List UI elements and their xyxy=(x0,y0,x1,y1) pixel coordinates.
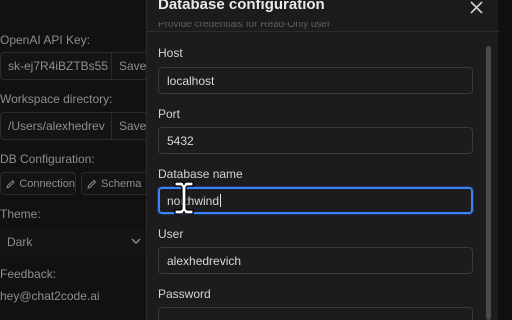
api-key-input[interactable]: sk-ej7R4iBZTBs55 Save xyxy=(0,52,150,80)
port-label: Port xyxy=(158,107,181,121)
dialog-title: Database configuration xyxy=(158,0,325,13)
password-label: Password xyxy=(158,287,211,301)
connection-button[interactable]: Connection xyxy=(0,172,76,195)
settings-panel: OpenAI API Key: sk-ej7R4iBZTBs55 Save Wo… xyxy=(0,0,150,320)
port-input[interactable]: 5432 xyxy=(158,127,473,154)
host-input[interactable]: localhost xyxy=(158,67,473,94)
workspace-save-button[interactable]: Save xyxy=(111,113,149,139)
schema-button[interactable]: Schema xyxy=(81,172,150,195)
user-label: User xyxy=(158,227,184,241)
db-config-label: DB Configuration: xyxy=(0,152,95,166)
feedback-email[interactable]: hey@chat2code.ai xyxy=(0,289,100,303)
user-value: alexhedrevich xyxy=(167,253,242,268)
password-input[interactable] xyxy=(158,307,473,320)
host-label: Host xyxy=(158,46,183,60)
theme-select[interactable]: Dark xyxy=(0,228,150,255)
theme-label: Theme: xyxy=(0,207,41,221)
workspace-label: Workspace directory: xyxy=(0,92,113,106)
host-value: localhost xyxy=(167,73,215,88)
text-caret xyxy=(220,194,222,207)
connection-button-label: Connection xyxy=(19,177,75,190)
workspace-value: /Users/alexhedrev xyxy=(8,119,105,133)
api-key-save-button[interactable]: Save xyxy=(111,53,149,79)
port-value: 5432 xyxy=(167,133,194,148)
api-key-value: sk-ej7R4iBZTBs55 xyxy=(8,59,109,73)
workspace-input[interactable]: /Users/alexhedrev Save xyxy=(0,112,150,140)
dialog-subtitle: Provide credentials for Read-Only user xyxy=(158,22,331,30)
theme-value: Dark xyxy=(7,234,33,249)
pencil-icon xyxy=(87,179,97,189)
user-input[interactable]: alexhedrevich xyxy=(158,247,473,274)
dialog-scrollbar[interactable] xyxy=(486,46,491,320)
close-button[interactable] xyxy=(465,0,487,17)
database-name-value: northwind xyxy=(167,193,220,208)
dialog-divider xyxy=(147,31,499,32)
api-key-label: OpenAI API Key: xyxy=(0,33,91,47)
close-icon xyxy=(469,0,483,14)
chevron-down-icon xyxy=(131,238,141,244)
database-name-input[interactable]: northwind xyxy=(158,187,473,214)
pencil-icon xyxy=(6,179,15,188)
database-name-label: Database name xyxy=(158,167,243,181)
schema-button-label: Schema xyxy=(101,177,142,190)
feedback-label: Feedback: xyxy=(0,267,57,281)
database-config-dialog: Database configuration Provide credentia… xyxy=(146,0,499,320)
